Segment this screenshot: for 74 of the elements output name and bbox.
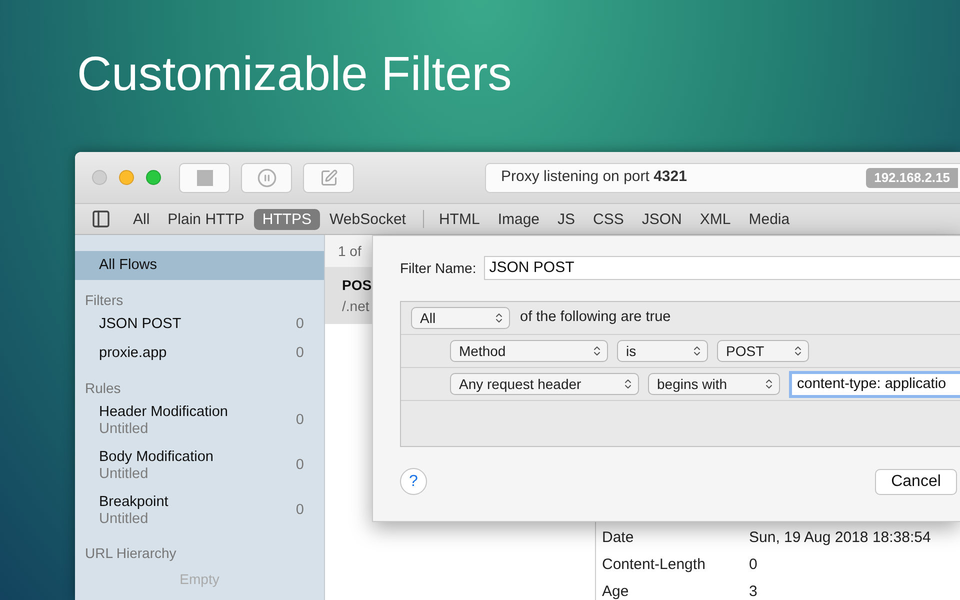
sidebar-toggle-icon[interactable] xyxy=(91,209,111,229)
filter-tab[interactable]: HTML xyxy=(430,208,488,230)
item-count: 0 xyxy=(296,344,304,363)
minimize-button[interactable] xyxy=(119,170,134,185)
flow-path: /.net xyxy=(342,296,370,316)
help-button[interactable]: ? xyxy=(400,468,427,495)
filter-tab[interactable]: Plain HTTP xyxy=(160,208,252,230)
flow-counter: 1 of xyxy=(338,242,362,260)
headline: Customizable Filters xyxy=(77,47,512,103)
stepper-icon xyxy=(493,312,505,324)
item-title: proxie.app xyxy=(99,345,168,362)
operator-select[interactable]: is xyxy=(617,340,708,362)
filter-name-field[interactable]: JSON POST xyxy=(484,256,960,280)
item-title: JSON POST xyxy=(99,316,182,333)
sidebar-item[interactable]: Body Modification Untitled 0 xyxy=(75,443,324,488)
item-count: 0 xyxy=(296,410,304,430)
item-count: 0 xyxy=(296,314,304,334)
pause-button[interactable] xyxy=(241,162,292,192)
header-value: 0 xyxy=(749,555,758,576)
filter-tab[interactable]: HTTPS xyxy=(254,208,320,230)
filter-tab[interactable]: JSON xyxy=(634,208,690,230)
field-select[interactable]: Any request header xyxy=(450,373,639,395)
sidebar-item[interactable]: Header Modification Untitled 0 xyxy=(75,398,324,443)
filter-tab[interactable]: XML xyxy=(692,208,739,230)
match-select[interactable]: All xyxy=(411,307,510,329)
field-select[interactable]: Method xyxy=(450,340,608,362)
stepper-icon xyxy=(622,378,634,390)
item-title: Breakpoint xyxy=(99,494,170,510)
filter-tab[interactable]: Media xyxy=(740,208,798,230)
sidebar-item[interactable]: All Flows xyxy=(75,251,324,280)
sidebar-item[interactable]: proxie.app 0 xyxy=(75,339,324,368)
header-name: Date xyxy=(602,528,635,548)
ip-address-badge: 192.168.2.15 xyxy=(866,168,958,188)
item-subtitle: Untitled xyxy=(99,466,150,482)
stepper-icon xyxy=(591,345,603,357)
item-count: 0 xyxy=(296,500,304,520)
cancel-button[interactable]: Cancel xyxy=(875,468,957,494)
item-title: Header Modification xyxy=(99,404,229,420)
stepper-icon xyxy=(792,345,804,357)
value-field[interactable]: content-type: applicatio xyxy=(789,370,960,398)
header-value: Sun, 19 Aug 2018 18:38:54 xyxy=(749,528,931,548)
filter-tab[interactable]: JS xyxy=(550,208,584,230)
sidebar-item[interactable]: JSON POST 0 xyxy=(75,310,324,339)
item-count: 0 xyxy=(296,456,304,475)
stop-icon xyxy=(196,170,212,186)
header-name: Content-Length xyxy=(602,555,706,576)
filter-tab[interactable]: CSS xyxy=(585,208,632,230)
pause-icon xyxy=(256,168,276,188)
match-text: of the following are true xyxy=(520,308,671,328)
status-text: Proxy listening on port 4321 xyxy=(501,167,688,188)
sidebar-section-title: Filters xyxy=(84,291,124,310)
stepper-icon xyxy=(763,378,775,390)
item-title: Body Modification xyxy=(99,448,214,466)
empty-label: Empty xyxy=(180,570,220,589)
item-subtitle: Untitled xyxy=(99,420,150,438)
close-button[interactable] xyxy=(92,170,107,185)
sidebar-item[interactable]: Breakpoint Untitled 0 xyxy=(75,488,324,533)
edit-button[interactable] xyxy=(303,162,354,192)
filter-name-label: Filter Name: xyxy=(400,258,476,278)
header-value: 3 xyxy=(749,582,758,600)
flow-method: POS xyxy=(342,276,372,294)
item-subtitle: Untitled xyxy=(99,510,150,528)
filter-tab[interactable]: Image xyxy=(490,208,548,230)
operator-select[interactable]: begins with xyxy=(648,373,780,395)
edit-icon xyxy=(320,168,338,186)
filter-tab[interactable]: WebSocket xyxy=(322,208,414,230)
filter-tab[interactable]: All xyxy=(125,208,158,230)
zoom-button[interactable] xyxy=(146,170,161,185)
stop-button[interactable] xyxy=(179,162,230,192)
header-name: Age xyxy=(602,582,630,600)
stepper-icon xyxy=(691,345,703,357)
sidebar-section-title: Rules xyxy=(84,379,121,398)
value-select[interactable]: POST xyxy=(717,340,809,362)
sidebar-section-title: URL Hierarchy xyxy=(84,544,176,563)
